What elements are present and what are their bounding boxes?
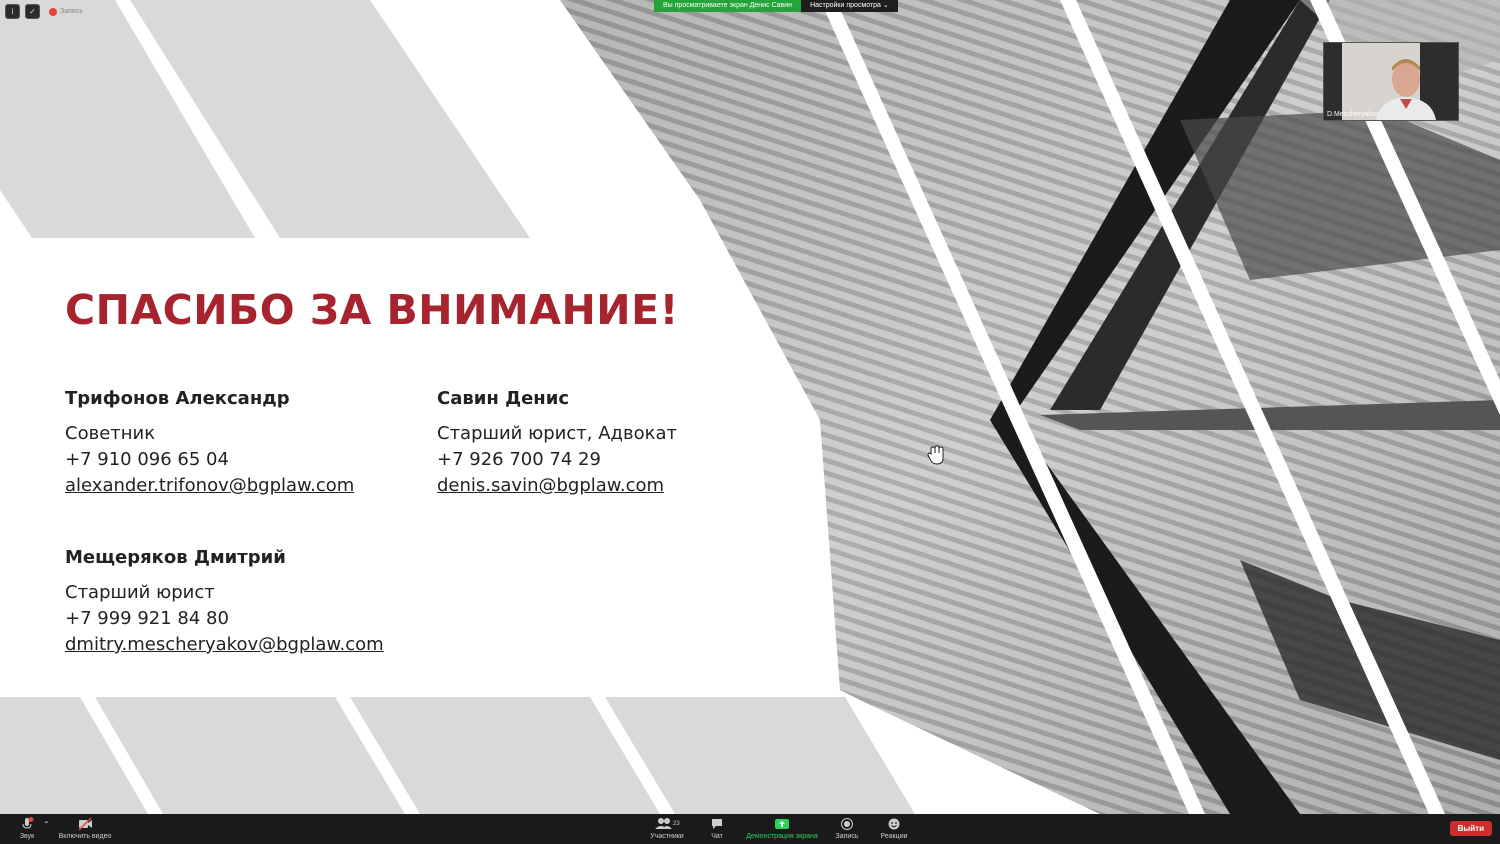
contact-phone: +7 999 921 84 80 — [65, 608, 229, 629]
share-screen-icon — [775, 819, 789, 829]
contact-card-savin: Савин Денис Старший юрист, Адвокат +7 92… — [437, 388, 677, 499]
contact-phone: +7 910 096 65 04 — [65, 449, 229, 470]
participants-label: Участники — [650, 833, 684, 840]
participants-icon: 23 — [655, 818, 680, 829]
shield-icon[interactable]: ✓ — [25, 4, 40, 19]
contact-name: Трифонов Александр — [65, 388, 290, 409]
record-dot-icon — [49, 7, 57, 16]
record-button[interactable]: Запись — [834, 817, 860, 840]
meeting-toolbar: Звук ⌃ Включить видео 23 Участники Чат Д… — [0, 814, 1500, 844]
video-label: Включить видео — [58, 833, 112, 840]
chat-icon — [712, 819, 722, 829]
contact-role: Советник — [65, 423, 156, 444]
meeting-info-icons: i ✓ Запись — [5, 4, 83, 19]
participants-button[interactable]: 23 Участники — [648, 817, 686, 840]
recording-indicator: Запись — [49, 7, 83, 16]
participant-name: D.Mescheryakov — [1327, 111, 1380, 118]
contact-email-link[interactable]: alexander.trifonov@bgplaw.com — [65, 473, 354, 499]
contact-email-link[interactable]: dmitry.mescheryakov@bgplaw.com — [65, 632, 384, 658]
info-icon[interactable]: i — [5, 4, 20, 19]
shared-slide: СПАСИБО ЗА ВНИМАНИЕ! Трифонов Александр … — [0, 0, 1500, 814]
share-label: Демонстрация экрана — [746, 833, 818, 840]
start-video-button[interactable]: Включить видео — [56, 817, 114, 840]
contact-role: Старший юрист, Адвокат — [437, 423, 677, 444]
participant-video-image — [1324, 43, 1458, 120]
contact-email-link[interactable]: denis.savin@bgplaw.com — [437, 473, 677, 499]
reactions-button[interactable]: Реакции — [878, 817, 910, 840]
video-off-icon — [78, 817, 92, 831]
reactions-label: Реакции — [880, 833, 908, 840]
chat-label: Чат — [711, 833, 723, 840]
contact-card-trifonov: Трифонов Александр Советник +7 910 096 6… — [65, 388, 354, 499]
viewing-share-text: Вы просматриваете экран Денис Савин — [654, 0, 802, 12]
view-options-button[interactable]: Настройки просмотра ⌄ — [801, 0, 898, 12]
record-label: Запись — [835, 833, 859, 840]
smile-icon — [888, 818, 900, 830]
contact-card-mescheryakov: Мещеряков Дмитрий Старший юрист +7 999 9… — [65, 547, 384, 658]
share-screen-button[interactable]: Демонстрация экрана — [743, 817, 821, 840]
contact-name: Савин Денис — [437, 388, 570, 409]
participants-count: 23 — [673, 821, 680, 827]
leave-button[interactable]: Выйти — [1449, 821, 1492, 836]
audio-options-chevron-icon[interactable]: ⌃ — [43, 820, 50, 829]
microphone-icon — [22, 817, 34, 829]
record-icon — [841, 818, 853, 830]
contact-phone: +7 926 700 74 29 — [437, 449, 601, 470]
recording-label: Запись — [60, 8, 83, 15]
contact-role: Старший юрист — [65, 582, 215, 603]
audio-label: Звук — [19, 833, 35, 840]
participant-video-tile[interactable]: D.Mescheryakov — [1323, 42, 1459, 121]
slide-title: СПАСИБО ЗА ВНИМАНИЕ! — [65, 286, 679, 334]
share-banner: Вы просматриваете экран Денис Савин Наст… — [654, 0, 898, 12]
chat-button[interactable]: Чат — [706, 817, 728, 840]
contact-name: Мещеряков Дмитрий — [65, 547, 286, 568]
audio-button[interactable]: Звук — [16, 817, 38, 840]
